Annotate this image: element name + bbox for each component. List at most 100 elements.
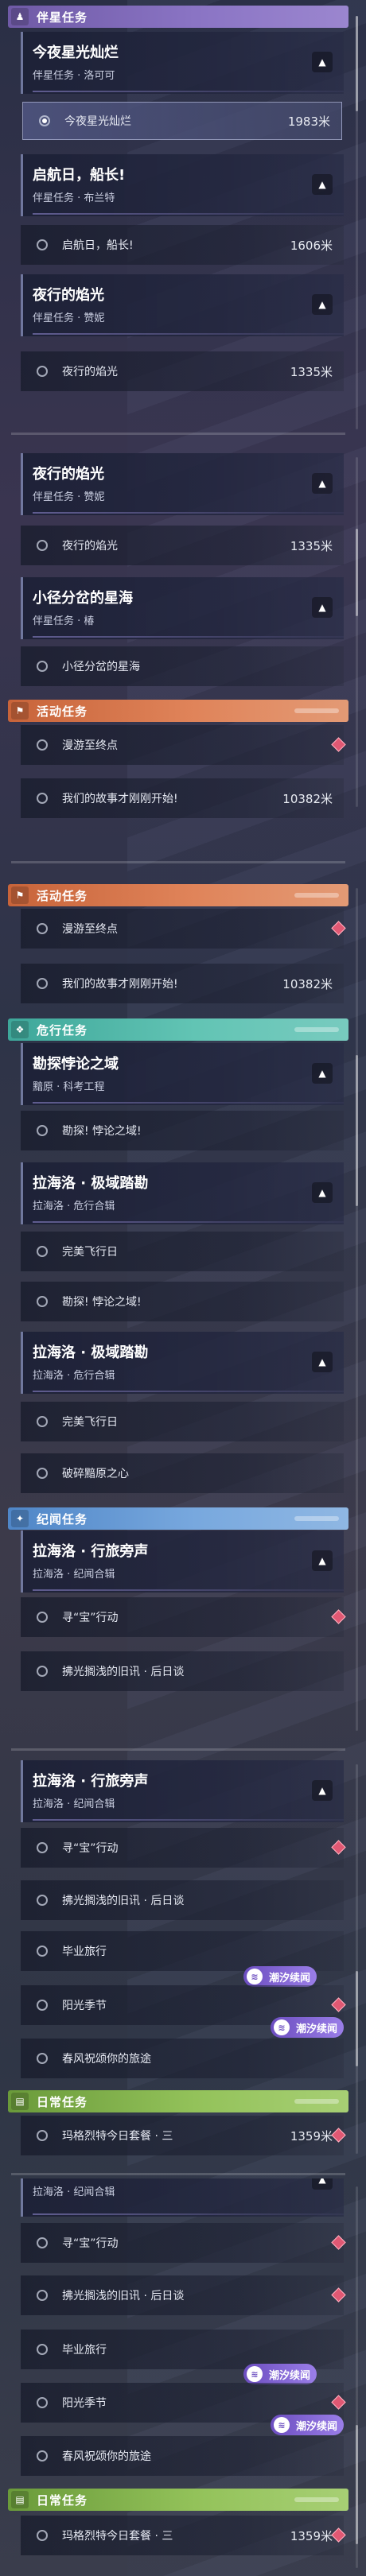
map-marker-icon xyxy=(331,2528,346,2543)
category-daily[interactable]: ▤ 日常任务 xyxy=(8,2090,348,2112)
quest-title: 夜行的焰光 xyxy=(33,466,104,483)
collapse-chevron-icon[interactable]: ▲ xyxy=(312,1352,333,1372)
tide-tag-chip: ≋ 潮汐续闻 xyxy=(271,2017,344,2038)
tide-tag-chip: ≋ 潮汐续闻 xyxy=(243,2364,317,2384)
category-companion[interactable]: ♟ 伴星任务 xyxy=(8,6,348,28)
quest-step-daily[interactable]: 玛格烈特今日套餐 · 三 1359米 xyxy=(21,2116,346,2155)
tide-icon: ≋ xyxy=(274,2417,290,2433)
quest-title: 勘探悖论之域 xyxy=(33,1056,119,1073)
quest-header-lahai-2[interactable]: 拉海洛 · 极域踏勘 拉海洛 · 危行合辑 ▲ xyxy=(21,1332,344,1394)
quest-header-flame[interactable]: 夜行的焰光 伴星任务 · 赞妮 ▲ xyxy=(21,453,344,515)
quest-step-label: 春风祝颂你的旅途 xyxy=(62,2053,151,2066)
scrollbar[interactable] xyxy=(356,1764,358,2154)
quest-header-bystander[interactable]: 拉海洛 · 行旅旁声 拉海洛 · 纪闻合辑 ▲ xyxy=(21,1760,344,1822)
quest-step-story[interactable]: 我们的故事才刚刚开始! 10382米 xyxy=(21,778,344,818)
collapse-chevron-icon[interactable]: ▲ xyxy=(312,294,333,315)
category-danger[interactable]: ❖ 危行任务 xyxy=(8,1018,348,1041)
scrollbar[interactable] xyxy=(356,16,358,429)
quest-step-label: 夜行的焰光 xyxy=(62,540,118,553)
category-label: 活动任务 xyxy=(37,704,88,719)
divider xyxy=(33,1819,344,1821)
quest-step-explore[interactable]: 勘探! 悖论之域! xyxy=(21,1111,344,1150)
quest-step-flame[interactable]: 夜行的焰光 1335米 xyxy=(21,526,344,565)
scrollbar[interactable] xyxy=(356,457,358,807)
quest-step-path[interactable]: 小径分岔的星海 xyxy=(21,646,344,686)
book-icon: ▤ xyxy=(11,2093,29,2110)
scrollbar[interactable] xyxy=(356,888,358,1731)
radio-icon xyxy=(37,1612,48,1623)
quest-step-afterword[interactable]: 拂光搁浅的旧讯 · 后日谈 xyxy=(21,1651,344,1691)
quest-step-label: 毕业旅行 xyxy=(62,2344,107,2357)
category-chronicle[interactable]: ✦ 纪闻任务 xyxy=(8,1507,348,1530)
collapse-chevron-icon[interactable]: ▲ xyxy=(312,2178,333,2190)
quest-step-afterword[interactable]: 拂光搁浅的旧讯 · 后日谈 xyxy=(21,2275,346,2315)
quest-panel-4: 拉海洛 · 行旅旁声 拉海洛 · 纪闻合辑 ▲ 寻“宝”行动 拂光搁浅的旧讯 ·… xyxy=(0,1756,366,2170)
quest-step-afterword[interactable]: 拂光搁浅的旧讯 · 后日谈 xyxy=(21,1880,344,1920)
quest-title: 小径分岔的星海 xyxy=(33,590,133,607)
divider xyxy=(33,213,344,215)
quest-step-story[interactable]: 我们的故事才刚刚开始! 10382米 xyxy=(21,964,344,1003)
quest-step-drift[interactable]: 漫游至终点 xyxy=(21,725,346,765)
divider xyxy=(11,433,345,435)
quest-step-daily[interactable]: 玛格烈特今日套餐 · 三 1359米 xyxy=(21,2516,346,2555)
quest-step-label: 勘探! 悖论之域! xyxy=(62,1125,142,1138)
quest-step-flight[interactable]: 完美飞行日 xyxy=(21,1232,344,1271)
quest-step-label: 毕业旅行 xyxy=(62,1946,107,1958)
quest-header-bystander-partial[interactable]: 拉海洛 · 纪闻合辑 ▲ xyxy=(21,2178,344,2217)
collapse-chevron-icon[interactable]: ▲ xyxy=(312,174,333,195)
quest-step-graduation[interactable]: 毕业旅行 xyxy=(21,1931,344,1971)
collapse-chevron-icon[interactable]: ▲ xyxy=(312,1550,333,1571)
quest-step-treasure[interactable]: 寻“宝”行动 xyxy=(21,1597,346,1637)
quest-header-bystander[interactable]: 拉海洛 · 行旅旁声 拉海洛 · 纪闻合辑 ▲ xyxy=(21,1530,344,1593)
divider xyxy=(11,1748,345,1751)
quest-title: 拉海洛 · 极域踏勘 xyxy=(33,1344,149,1361)
quest-distance: 1335米 xyxy=(290,538,333,553)
quest-step-treasure[interactable]: 寻“宝”行动 xyxy=(21,2223,346,2263)
category-event[interactable]: ⚑ 活动任务 xyxy=(8,700,348,722)
quest-step-label: 今夜星光灿烂 xyxy=(64,115,131,128)
radio-icon xyxy=(37,1416,48,1427)
quest-header-flame[interactable]: 夜行的焰光 伴星任务 · 赞妮 ▲ xyxy=(21,274,344,336)
quest-step-explore-2[interactable]: 勘探! 悖论之域! xyxy=(21,1282,344,1321)
collapse-chevron-icon[interactable]: ▲ xyxy=(312,473,333,494)
category-event[interactable]: ⚑ 活动任务 xyxy=(8,884,348,906)
quest-panel-2: 夜行的焰光 伴星任务 · 赞妮 ▲ 夜行的焰光 1335米 小径分岔的星海 伴星… xyxy=(0,441,366,855)
divider xyxy=(33,1391,344,1392)
collapse-chevron-icon[interactable]: ▲ xyxy=(312,1063,333,1084)
radio-icon xyxy=(37,2000,48,2011)
header-decoration xyxy=(294,2497,339,2502)
collapse-chevron-icon[interactable]: ▲ xyxy=(312,597,333,618)
quest-header-tonight[interactable]: 今夜星光灿烂 伴星任务 · 洛可可 ▲ xyxy=(21,32,344,94)
quest-step-label: 寻“宝”行动 xyxy=(62,2237,119,2250)
radio-icon xyxy=(37,239,48,250)
quest-step-setsail[interactable]: 启航日，船长! 1606米 xyxy=(21,225,344,265)
radio-selected-icon xyxy=(39,115,50,126)
quest-title: 夜行的焰光 xyxy=(33,287,104,304)
quest-step-tonight[interactable]: 今夜星光灿烂 1983米 xyxy=(22,102,342,140)
quest-step-flight-2[interactable]: 完美飞行日 xyxy=(21,1402,344,1441)
quest-header-path[interactable]: 小径分岔的星海 伴星任务 · 椿 ▲ xyxy=(21,577,344,639)
quest-title: 拉海洛 · 行旅旁声 xyxy=(33,1543,149,1560)
quest-header-explore[interactable]: 勘探悖论之域 黯原 · 科考工程 ▲ xyxy=(21,1043,344,1105)
collapse-chevron-icon[interactable]: ▲ xyxy=(312,1780,333,1801)
quest-step-treasure[interactable]: 寻“宝”行动 xyxy=(21,1828,346,1868)
category-daily[interactable]: ▤ 日常任务 xyxy=(8,2489,348,2511)
quest-subtitle: 拉海洛 · 纪闻合辑 xyxy=(33,1569,115,1581)
quest-step-spring[interactable]: 春风祝颂你的旅途 xyxy=(21,2436,344,2476)
collapse-chevron-icon[interactable]: ▲ xyxy=(312,52,333,72)
category-label: 危行任务 xyxy=(37,1022,88,1038)
quest-header-setsail[interactable]: 启航日，船长! 伴星任务 · 布兰特 ▲ xyxy=(21,154,344,216)
quest-step-flame[interactable]: 夜行的焰光 1335米 xyxy=(21,351,344,391)
radio-icon xyxy=(37,739,48,751)
quest-step-drift[interactable]: 漫游至终点 xyxy=(21,909,346,949)
category-label: 纪闻任务 xyxy=(37,1511,88,1527)
radio-icon xyxy=(37,1296,48,1307)
quest-step-spring[interactable]: 春风祝颂你的旅途 xyxy=(21,2039,344,2078)
quest-step-heart[interactable]: 破碎黯原之心 xyxy=(21,1453,344,1493)
quest-distance: 1606米 xyxy=(290,238,333,253)
collapse-chevron-icon[interactable]: ▲ xyxy=(312,1182,333,1203)
map-marker-icon xyxy=(331,1997,346,2012)
quest-subtitle: 伴星任务 · 椿 xyxy=(33,615,95,627)
scrollbar[interactable] xyxy=(356,2186,358,2568)
quest-header-lahai[interactable]: 拉海洛 · 极域踏勘 拉海洛 · 危行合辑 ▲ xyxy=(21,1162,344,1224)
